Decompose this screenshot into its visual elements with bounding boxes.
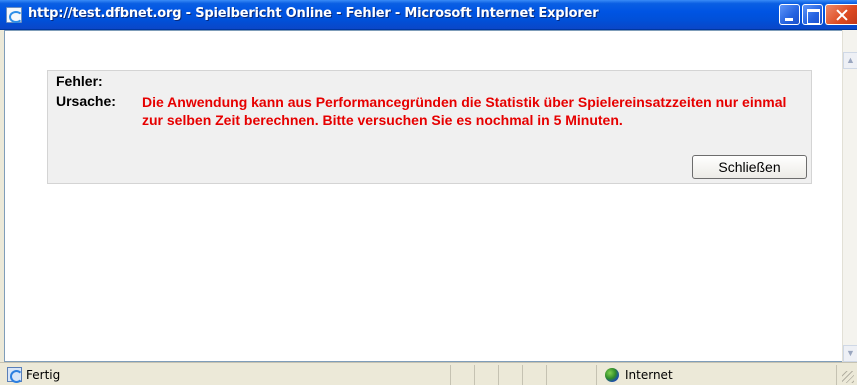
status-divider bbox=[450, 365, 451, 385]
schliessen-button[interactable]: Schließen bbox=[692, 155, 807, 179]
status-bar: Fertig Internet bbox=[0, 362, 857, 385]
internet-zone-globe-icon bbox=[605, 368, 619, 382]
security-zone-text: Internet bbox=[625, 368, 673, 382]
ie-page-icon bbox=[6, 7, 23, 23]
scroll-down-arrow-icon[interactable]: ▼ bbox=[843, 345, 857, 362]
vertical-scrollbar[interactable]: ▲ ▼ bbox=[842, 30, 857, 362]
status-text: Fertig bbox=[26, 368, 61, 382]
error-box: Fehler: Ursache: Die Anwendung kann aus … bbox=[47, 70, 812, 184]
page-content: Fehler: Ursache: Die Anwendung kann aus … bbox=[4, 30, 842, 362]
window-title: http://test.dfbnet.org - Spielbericht On… bbox=[28, 6, 599, 21]
ie-window: http://test.dfbnet.org - Spielbericht On… bbox=[0, 0, 857, 385]
error-message: Die Anwendung kann aus Performancegründe… bbox=[142, 94, 787, 128]
page-done-icon bbox=[7, 367, 23, 383]
maximize-button[interactable] bbox=[802, 4, 823, 25]
resize-grip-icon[interactable] bbox=[842, 371, 854, 383]
ursache-label: Ursache: bbox=[56, 93, 116, 109]
minimize-button[interactable] bbox=[779, 4, 800, 25]
close-window-button[interactable] bbox=[825, 4, 857, 25]
status-divider bbox=[474, 365, 475, 385]
title-bar[interactable]: http://test.dfbnet.org - Spielbericht On… bbox=[0, 0, 857, 30]
scroll-up-arrow-icon[interactable]: ▲ bbox=[843, 52, 857, 69]
status-divider bbox=[498, 365, 499, 385]
status-divider bbox=[596, 365, 597, 385]
status-divider bbox=[836, 365, 837, 385]
status-divider bbox=[522, 365, 523, 385]
fehler-label: Fehler: bbox=[56, 73, 103, 89]
status-divider bbox=[546, 365, 547, 385]
